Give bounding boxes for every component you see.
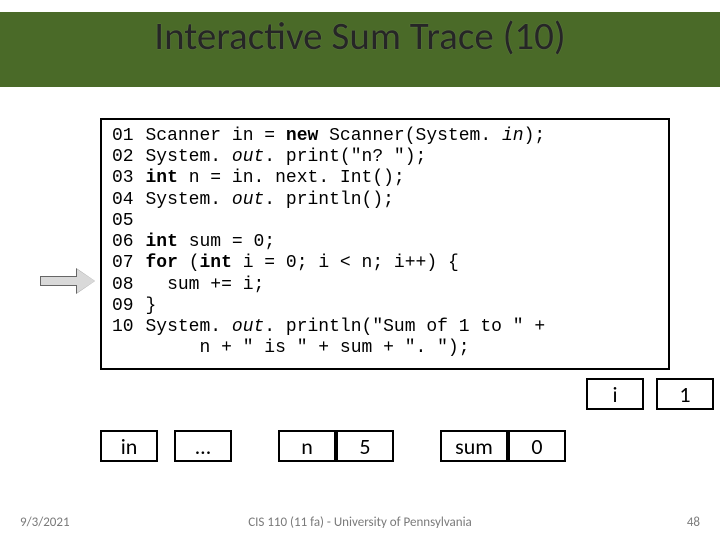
code-line: 09 } xyxy=(112,296,658,317)
code-line: 02 System. out. print("n? "); xyxy=(112,147,658,168)
var-n-label: n xyxy=(278,430,336,462)
code-line: 03 int n = in. next. Int(); xyxy=(112,168,658,189)
footer-page-number: 48 xyxy=(687,515,700,530)
var-sum-label: sum xyxy=(440,430,508,462)
footer-center: CIS 110 (11 fa) - University of Pennsylv… xyxy=(0,515,720,530)
code-line: n + " is " + sum + ". "); xyxy=(112,338,658,359)
code-line: 08 sum += i; xyxy=(112,275,658,296)
var-sum-value: 0 xyxy=(508,430,566,462)
var-n-value: 5 xyxy=(336,430,394,462)
code-listing: 01 Scanner in = new Scanner(System. in);… xyxy=(100,118,670,370)
var-i-value: 1 xyxy=(656,378,714,410)
code-line: 10 System. out. println("Sum of 1 to " + xyxy=(112,317,658,338)
code-line: 07 for (int i = 0; i < n; i++) { xyxy=(112,253,658,274)
var-i-label: i xyxy=(586,378,644,410)
code-line: 05 xyxy=(112,211,658,232)
var-in-value: … xyxy=(174,430,232,462)
current-line-arrow xyxy=(40,270,95,292)
code-line: 04 System. out. println(); xyxy=(112,190,658,211)
variables-row: in … n 5 sum 0 i 1 xyxy=(100,430,700,475)
var-in-label: in xyxy=(100,430,158,462)
code-line: 01 Scanner in = new Scanner(System. in); xyxy=(112,126,658,147)
footer: 9/3/2021 CIS 110 (11 fa) - University of… xyxy=(0,510,720,530)
slide-title: Interactive Sum Trace (10) xyxy=(0,13,720,60)
code-line: 06 int sum = 0; xyxy=(112,232,658,253)
